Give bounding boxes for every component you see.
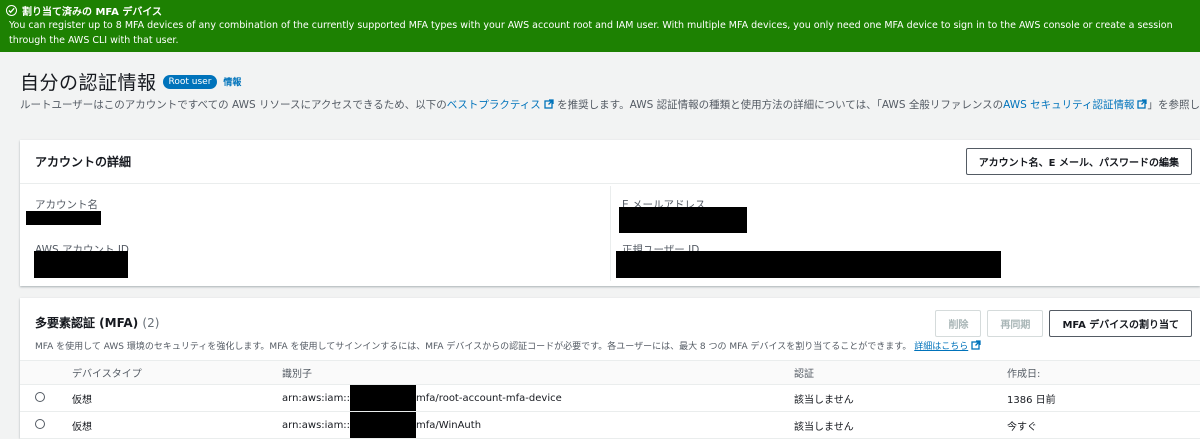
mfa-devices-table: デバイスタイプ 識別子 認証 作成日: 仮想 arn:aws:iam:: mfa/…: [20, 360, 1200, 439]
page-header: 自分の認証情報 Root user 情報: [20, 68, 241, 95]
mfa-panel: 多要素認証 (MFA) (2) 削除 再同期 MFA デバイスの割り当て MFA…: [20, 298, 1200, 439]
learn-more-link[interactable]: 詳細はこちら: [914, 340, 981, 352]
mfa-title: 多要素認証 (MFA): [35, 316, 139, 330]
edit-account-button[interactable]: アカウント名、E メール、パスワードの編集: [965, 148, 1192, 175]
auth-cell: 該当しません: [794, 411, 1007, 439]
desc-text-mid: を推奨します。AWS 認証情報の種類と使用方法の詳細については、「AWS 全般リ…: [557, 99, 1004, 111]
info-link[interactable]: 情報: [223, 75, 241, 88]
mfa-description: MFA を使用して AWS 環境のセキュリティを強化します。MFA を使用してサ…: [20, 339, 1200, 352]
auth-cell: 該当しません: [794, 384, 1007, 412]
identifier-prefix: arn:aws:iam::: [282, 420, 351, 431]
created-cell: 今すぐ: [1007, 411, 1200, 439]
row-radio[interactable]: [35, 418, 45, 429]
redacted-account-name: [26, 211, 101, 225]
table-row[interactable]: 仮想 arn:aws:iam:: mfa/root-account-mfa-dev…: [20, 384, 1200, 412]
table-header-row: デバイスタイプ 識別子 認証 作成日:: [20, 360, 1200, 385]
page-title: 自分の認証情報: [20, 72, 157, 94]
flash-title: 割り当て済みの MFA デバイス: [22, 6, 163, 18]
identifier-suffix: mfa/root-account-mfa-device: [416, 393, 562, 404]
resync-button[interactable]: 再同期: [987, 310, 1044, 337]
redacted-canonical-id: [616, 251, 1001, 278]
best-practices-link[interactable]: ベストプラクティス: [447, 99, 554, 111]
table-row[interactable]: 仮想 arn:aws:iam:: mfa/WinAuth 該当しません 今すぐ: [20, 411, 1200, 439]
best-practices-link-label: ベストプラクティス: [446, 99, 541, 111]
desc-text: ルートユーザーはこのアカウントですべての AWS リソースにアクセスできるため、…: [20, 99, 447, 111]
external-link-icon: [544, 99, 554, 109]
row-radio[interactable]: [35, 391, 45, 402]
security-credentials-link[interactable]: AWS セキュリティ認証情報: [1003, 99, 1148, 111]
redacted-account-id: [34, 251, 128, 278]
mfa-count: (2): [142, 316, 160, 330]
account-details-panel: アカウントの詳細 アカウント名、E メール、パスワードの編集 アカウント名 AW…: [20, 140, 1200, 286]
check-circle-icon: [6, 4, 17, 16]
column-divider: [610, 186, 611, 281]
identifier-cell: arn:aws:iam:: mfa/WinAuth: [282, 411, 794, 439]
identifier-suffix: mfa/WinAuth: [416, 420, 482, 431]
column-header-auth[interactable]: 認証: [794, 360, 1007, 385]
desc-text-suffix: 」を参照してください: [1147, 99, 1200, 111]
column-header-identifier[interactable]: 識別子: [282, 360, 794, 385]
page-description: ルートユーザーはこのアカウントですべての AWS リソースにアクセスできるため、…: [20, 97, 1200, 112]
redacted-account-number: [350, 412, 417, 438]
security-credentials-link-label: AWS セキュリティ認証情報: [1003, 99, 1135, 111]
flash-message: You can register up to 8 MFA devices of …: [9, 20, 1173, 46]
mfa-actions: 削除 再同期 MFA デバイスの割り当て: [935, 310, 1192, 337]
column-header-device-type[interactable]: デバイスタイプ: [72, 360, 282, 385]
column-header-created[interactable]: 作成日:: [1007, 360, 1200, 385]
device-type-cell: 仮想: [72, 411, 282, 439]
account-name-label: アカウント名: [35, 199, 98, 211]
root-user-badge: Root user: [162, 74, 218, 89]
account-details-title: アカウントの詳細: [35, 155, 132, 169]
created-cell: 1386 日前: [1007, 384, 1200, 412]
assign-mfa-button[interactable]: MFA デバイスの割り当て: [1049, 310, 1192, 337]
learn-more-link-label: 詳細はこちら: [914, 342, 969, 352]
success-flash-banner: 割り当て済みの MFA デバイス You can register up to …: [0, 0, 1200, 52]
external-link-icon: [971, 340, 981, 350]
identifier-prefix: arn:aws:iam::: [282, 393, 351, 404]
device-type-cell: 仮想: [72, 384, 282, 412]
external-link-icon: [1137, 99, 1148, 109]
mfa-desc-text: MFA を使用して AWS 環境のセキュリティを強化します。MFA を使用してサ…: [35, 342, 912, 352]
delete-button[interactable]: 削除: [935, 310, 982, 337]
identifier-cell: arn:aws:iam:: mfa/root-account-mfa-device: [282, 384, 794, 412]
redacted-email: [619, 207, 747, 233]
redacted-account-number: [350, 385, 417, 411]
